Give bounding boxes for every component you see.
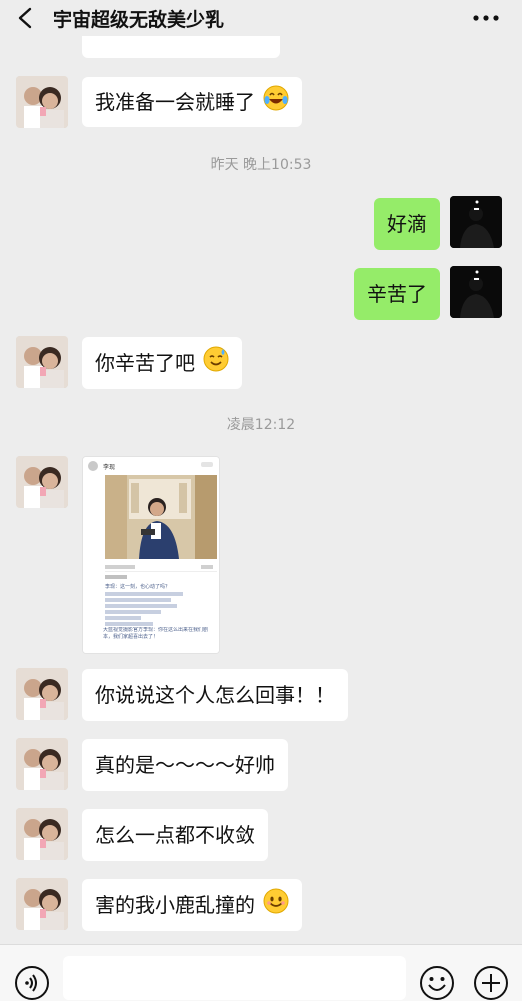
chat-header: 宇宙超级无敌美少乳 <box>0 0 522 36</box>
sweat-smile-emoji-icon <box>203 339 229 391</box>
timestamp: 凌晨12:12 <box>226 417 296 433</box>
message-text: 你辛苦了吧 <box>95 351 195 375</box>
shared-image-message[interactable]: 李现 李现：这一刻，也心动了吗？ 大蓝视觉摄影官方李现：你在这么出来在我们剧本，… <box>82 456 220 654</box>
my-avatar[interactable] <box>450 196 502 248</box>
voice-icon[interactable] <box>14 965 50 1001</box>
message-text: 怎么一点都不收敛 <box>95 823 255 847</box>
shared-image-author: 李现 <box>103 463 115 471</box>
laughing-tears-emoji-icon <box>263 79 289 129</box>
message-text: 你说说这个人怎么回事！！ <box>95 683 335 707</box>
message-bubble: 怎么一点都不收敛 <box>82 809 268 861</box>
smile-emoji-icon <box>263 881 289 933</box>
contact-avatar[interactable] <box>16 808 68 860</box>
my-avatar[interactable] <box>450 266 502 318</box>
message-text: 我准备一会就睡了 <box>95 90 255 114</box>
shared-screenshot-image: 李现 李现：这一刻，也心动了吗？ 大蓝视觉摄影官方李现：你在这么出来在我们剧本，… <box>83 457 219 653</box>
message-text: 害的我小鹿乱撞的 <box>95 893 255 917</box>
message-bubble: 好滴 <box>374 198 440 250</box>
contact-avatar[interactable] <box>16 76 68 128</box>
message-text: 真的是～～～～好帅 <box>95 753 275 777</box>
more-dots-icon[interactable] <box>472 8 500 28</box>
message-bubble: 我准备一会就睡了 <box>82 77 303 129</box>
message-text: 辛苦了 <box>367 282 427 306</box>
plus-icon[interactable] <box>473 965 509 1001</box>
contact-avatar[interactable] <box>16 456 68 508</box>
contact-avatar[interactable] <box>16 668 68 720</box>
timestamp: 昨天 晚上10:53 <box>210 157 312 173</box>
contact-avatar[interactable] <box>16 738 68 790</box>
contact-avatar[interactable] <box>16 336 68 388</box>
chat-title: 宇宙超级无敌美少乳 <box>53 9 225 31</box>
message-text: 好滴 <box>387 212 427 236</box>
shared-image-caption: 李现：这一刻，也心动了吗？ <box>105 583 170 590</box>
message-list[interactable]: 我准备一会就睡了 昨天 晚上10:53 好滴 辛苦了 你辛苦了吧 凌晨12:12… <box>0 0 522 942</box>
message-bubble: 害的我小鹿乱撞的 <box>82 879 303 933</box>
emoji-icon[interactable] <box>419 965 455 1001</box>
chevron-left-icon[interactable] <box>14 6 38 30</box>
message-bubble: 你说说这个人怎么回事！！ <box>82 669 348 721</box>
shared-image-footer-text: 大蓝视觉摄影官方李现：你在这么出来在我们剧本，我们家超喜出去了！ <box>103 627 209 640</box>
message-bubble: 你辛苦了吧 <box>82 337 243 391</box>
contact-avatar[interactable] <box>16 878 68 930</box>
message-bubble: 真的是～～～～好帅 <box>82 739 288 791</box>
message-input[interactable] <box>63 956 406 1000</box>
message-bubble: 辛苦了 <box>354 268 440 320</box>
